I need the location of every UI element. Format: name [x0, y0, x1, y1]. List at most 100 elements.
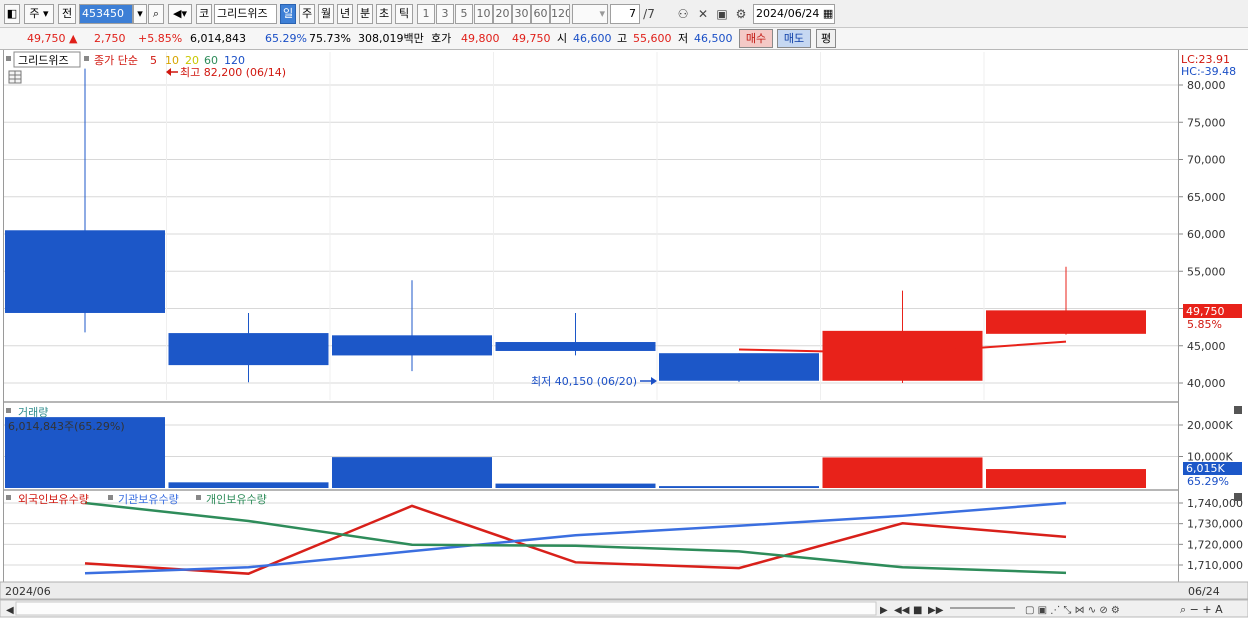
unit-dropdown[interactable]: ▾	[572, 4, 608, 24]
window-icon[interactable]: ◧	[4, 4, 20, 24]
code-dropdown-icon[interactable]: ▾	[133, 4, 147, 24]
price-tick-label: 75,000	[1187, 116, 1226, 129]
volume-tag: 6,015K	[1186, 462, 1225, 475]
high-price: 55,600	[633, 32, 672, 45]
count-total: /7	[643, 7, 655, 21]
scroll-right-icon[interactable]: ▶	[880, 605, 888, 616]
holdings-panel-close-icon[interactable]	[1234, 493, 1242, 501]
evaluate-button[interactable]: 평	[816, 29, 836, 48]
number-btn-0[interactable]: 1	[417, 4, 435, 24]
speaker-icon[interactable]: ◀▾	[168, 4, 192, 24]
volume-title: 거래량	[18, 406, 48, 419]
price-tick-label: 80,000	[1187, 79, 1226, 92]
hc-value: HC:-39.48	[1181, 65, 1236, 78]
footer-left-date: 2024/06	[5, 585, 51, 598]
volume-value: 6,014,843	[190, 32, 246, 45]
toolbar: ◧ 주 ▾ 전 453450 ▾ ⌕ ◀▾ 코 그리드위즈 일 주 월 년 분 …	[0, 0, 1248, 28]
price-tag: 49,750	[1186, 305, 1225, 318]
zoom-icons[interactable]: ⌕ − + A	[1180, 603, 1223, 616]
legend-institution: 기관보유수량	[118, 493, 179, 506]
low-label: 저	[678, 32, 689, 45]
stock-name-field[interactable]: 그리드위즈	[214, 4, 277, 24]
price-tick-label: 70,000	[1187, 154, 1226, 167]
legend-marker-volume	[6, 408, 11, 413]
volume-tag-pct: 65.29%	[1187, 475, 1229, 488]
legend-marker-institution	[108, 495, 113, 500]
stop-icon[interactable]: ■	[913, 605, 922, 616]
period-main-label: 주	[29, 7, 40, 20]
price-value: 49,750	[27, 32, 66, 45]
tab-period-2[interactable]: 월	[318, 4, 334, 24]
fast-forward-icon[interactable]: ▶▶	[928, 605, 944, 616]
tab-period-0[interactable]: 일	[280, 4, 296, 24]
number-btn-6[interactable]: 60	[531, 4, 550, 24]
scroll-track[interactable]	[15, 601, 877, 616]
count-input[interactable]: 7	[610, 4, 640, 24]
period-main-select[interactable]: 주 ▾	[24, 4, 54, 24]
high-label: 고	[617, 32, 628, 45]
tab-period-4[interactable]: 분	[357, 4, 373, 24]
prev-button[interactable]: 전	[58, 4, 76, 24]
number-btn-7[interactable]: 120	[550, 4, 570, 24]
legend-marker-stock	[6, 56, 11, 61]
price-tick-label: 40,000	[1187, 377, 1226, 390]
number-btn-4[interactable]: 20	[493, 4, 512, 24]
volume-bar	[986, 469, 1146, 488]
crosshair-icon[interactable]: ✕	[694, 4, 712, 24]
number-btn-5[interactable]: 30	[512, 4, 531, 24]
candle-body	[332, 335, 492, 356]
legend-stock-name: 그리드위즈	[18, 54, 69, 67]
rewind-icon[interactable]: ◀◀	[894, 605, 910, 616]
drawing-tools-icon[interactable]: ▢ ▣ ⋰ ⤡ ⋈ ∿ ⊘ ⚙	[1025, 605, 1120, 616]
trade-amount: 308,019백만	[358, 32, 424, 45]
date-value: 2024/06/24	[756, 7, 820, 20]
bid-ask-label: 호가	[431, 32, 452, 45]
save-icon[interactable]: ▣	[713, 4, 731, 24]
volume-ratio: 65.29%	[265, 32, 307, 45]
legend-marker-individual	[196, 495, 201, 500]
legend-ma-5: 5	[150, 54, 157, 67]
legend-individual: 개인보유수량	[206, 493, 267, 506]
buy-button[interactable]: 매수	[739, 29, 773, 48]
legend-marker-ma	[84, 56, 89, 61]
price-tick-label: 55,000	[1187, 265, 1226, 278]
tab-period-6[interactable]: 틱	[395, 4, 413, 24]
stock-chart[interactable]: 80,00075,00070,00065,00060,00055,00050,0…	[0, 50, 1248, 621]
price-change-pct: +5.85%	[138, 32, 183, 45]
sell-button[interactable]: 매도	[777, 29, 811, 48]
price-tick-label: 65,000	[1187, 191, 1226, 204]
volume-bar	[822, 457, 983, 488]
holdings-tick-label: 1,720,000	[1187, 538, 1243, 551]
volume-bar	[659, 486, 819, 488]
scroll-left-icon[interactable]: ◀	[6, 605, 14, 616]
high-annotation: 최고 82,200 (06/14)	[180, 66, 286, 79]
legend-marker-foreign	[6, 495, 11, 500]
bid-price: 49,750	[512, 32, 551, 45]
legend-ma-10: 10	[165, 54, 179, 67]
tab-period-3[interactable]: 년	[337, 4, 353, 24]
candle-body	[822, 330, 983, 381]
code-input[interactable]: 453450	[79, 4, 133, 24]
calendar-icon[interactable]: ▦	[823, 7, 833, 20]
legend-foreign: 외국인보유수량	[18, 493, 89, 506]
candle-body	[168, 333, 329, 366]
legend-ma-label: 종가 단순	[94, 54, 138, 67]
low-annotation: 최저 40,150 (06/20)	[531, 375, 637, 388]
date-input[interactable]: 2024/06/24 ▦	[753, 4, 835, 24]
search-icon[interactable]: ⌕	[148, 4, 164, 24]
open-label: 시	[557, 32, 568, 45]
open-price: 46,600	[573, 32, 612, 45]
volume-bar	[168, 482, 329, 488]
market-kind[interactable]: 코	[196, 4, 212, 24]
number-btn-1[interactable]: 3	[436, 4, 454, 24]
binoculars-icon[interactable]: ⚇	[674, 4, 692, 24]
number-btn-2[interactable]: 5	[455, 4, 473, 24]
pct-tag: 5.85%	[1187, 318, 1222, 331]
tab-period-5[interactable]: 초	[376, 4, 392, 24]
volume-panel-close-icon[interactable]	[1234, 406, 1242, 414]
candle-body	[5, 230, 165, 313]
candle-body	[495, 342, 656, 351]
tab-period-1[interactable]: 주	[299, 4, 315, 24]
number-btn-3[interactable]: 10	[474, 4, 493, 24]
gear-icon[interactable]: ⚙	[732, 4, 750, 24]
